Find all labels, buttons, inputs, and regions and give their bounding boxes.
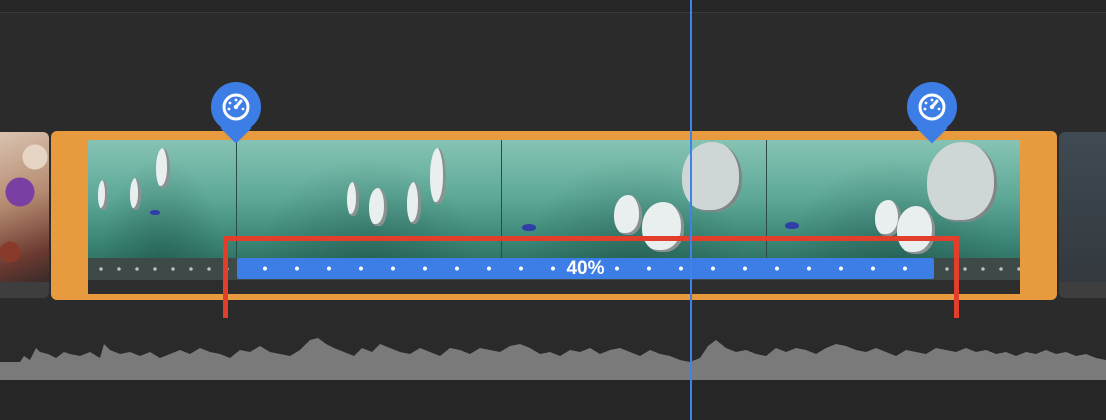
previous-clip[interactable] [0,132,49,298]
speed-start-marker[interactable] [211,82,261,144]
audio-waveform [0,338,1106,380]
clip-thumbnail [1059,132,1106,282]
empty-track-area [0,380,1106,420]
timeline-ruler[interactable] [0,0,1106,13]
clip-frame-1 [88,140,237,266]
speed-end-marker[interactable] [907,82,957,144]
clip-audio-strip [0,282,49,298]
clip-audio-strip [1059,282,1106,298]
speedometer-icon [918,93,946,121]
speedometer-icon [222,93,250,121]
audio-track[interactable] [0,318,1106,380]
clip-thumbnail [0,132,49,282]
next-clip[interactable] [1059,132,1106,298]
highlight-box [223,236,959,324]
playhead[interactable] [690,0,692,420]
